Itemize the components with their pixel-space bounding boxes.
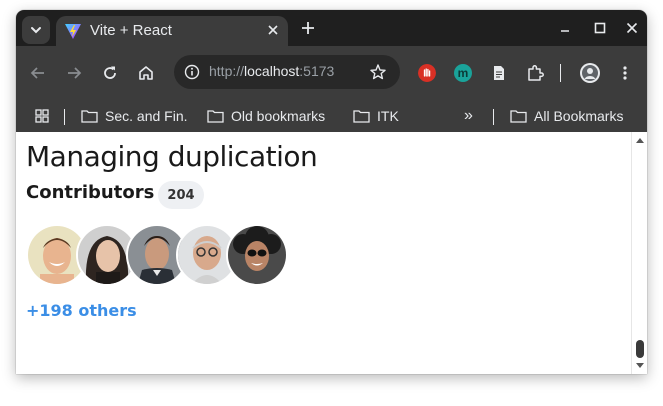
close-window-icon[interactable] <box>625 21 639 35</box>
apps-grid-icon[interactable] <box>34 108 50 124</box>
bookmark-star-icon[interactable] <box>369 63 387 81</box>
contributors-count-badge: 204 <box>158 181 204 209</box>
folder-icon <box>510 110 527 123</box>
stop-hand-icon[interactable] <box>418 64 436 82</box>
minimize-icon[interactable] <box>558 21 572 35</box>
puzzle-icon[interactable] <box>526 64 544 82</box>
bookmark-folder-old-bookmarks[interactable]: Old bookmarks <box>207 106 325 126</box>
tab-title: Vite + React <box>90 22 172 39</box>
forward-arrow-icon[interactable] <box>65 64 83 82</box>
active-tab[interactable]: Vite + React <box>56 16 288 46</box>
scroll-down-arrow-icon[interactable] <box>635 362 645 370</box>
vite-logo-icon <box>65 24 81 39</box>
all-bookmarks-button[interactable]: All Bookmarks <box>510 106 623 126</box>
bookmark-folder-sec-fin[interactable]: Sec. and Fin. <box>81 106 188 126</box>
contributor-avatar-5[interactable] <box>226 224 288 286</box>
contributors-label: Contributors <box>26 182 155 203</box>
tab-search-button[interactable] <box>22 16 50 44</box>
tab-strip: Vite + React <box>16 10 647 46</box>
home-icon[interactable] <box>137 64 155 82</box>
others-link[interactable]: +198 others <box>26 301 137 320</box>
vertical-scrollbar[interactable] <box>631 132 647 374</box>
page-title: Managing duplication <box>26 140 318 173</box>
reload-icon[interactable] <box>101 64 119 82</box>
more-menu-icon[interactable] <box>616 64 634 82</box>
bookmarks-overflow-button[interactable]: » <box>464 106 473 126</box>
folder-icon <box>207 110 224 123</box>
close-tab-icon[interactable] <box>266 23 280 37</box>
document-icon[interactable] <box>490 64 508 82</box>
profile-avatar-icon[interactable] <box>579 62 601 84</box>
site-info-icon[interactable] <box>184 64 200 80</box>
folder-icon <box>81 110 98 123</box>
bookmarks-bar: Sec. and Fin. Old bookmarks ITK » All Bo… <box>16 100 647 132</box>
scroll-up-arrow-icon[interactable] <box>635 136 645 144</box>
browser-toolbar: http://localhost:5173 m <box>16 46 647 100</box>
folder-icon <box>353 110 370 123</box>
address-bar[interactable]: http://localhost:5173 <box>174 55 400 89</box>
url-text: http://localhost:5173 <box>209 63 335 79</box>
bookmark-separator <box>64 109 65 125</box>
page-content: Managing duplication Contributors 204 +1… <box>16 132 631 374</box>
bookmark-folder-itk[interactable]: ITK <box>353 106 399 126</box>
maximize-icon[interactable] <box>593 21 607 35</box>
m-extension-icon[interactable]: m <box>454 64 472 82</box>
toolbar-divider <box>560 64 561 82</box>
browser-window: Vite + React http://localhost:5173 m Sec… <box>16 10 647 374</box>
scrollbar-thumb[interactable] <box>636 340 644 358</box>
bookmark-separator <box>493 109 494 125</box>
chevron-down-icon <box>31 27 41 34</box>
back-arrow-icon[interactable] <box>29 64 47 82</box>
new-tab-icon[interactable] <box>300 20 316 36</box>
